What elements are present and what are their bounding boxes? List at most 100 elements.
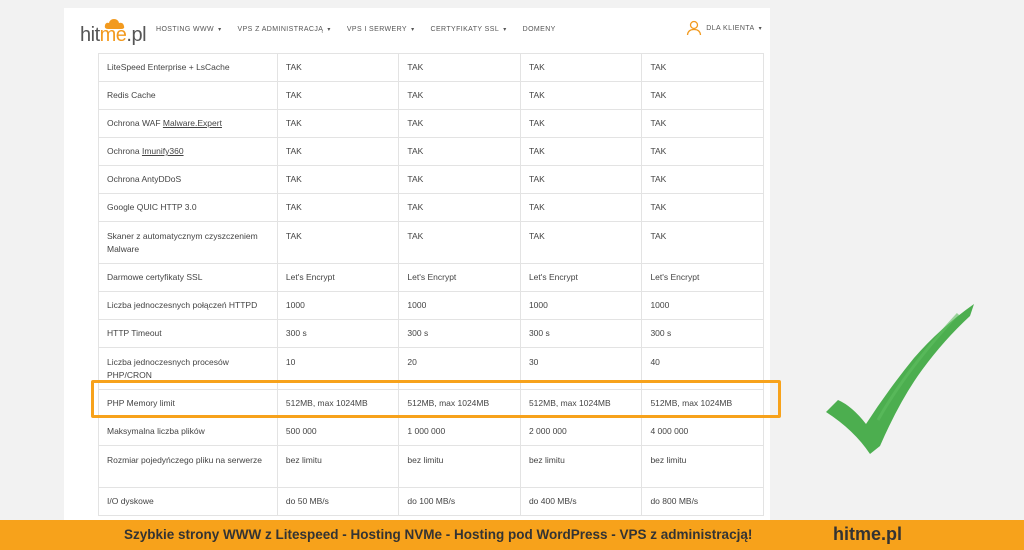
feature-label: Redis Cache [98, 81, 278, 110]
plan-value: TAK [398, 193, 521, 222]
plan-value: 300 s [276, 319, 400, 348]
plan-value: bez limitu [398, 445, 521, 488]
banner: hitme.pl HOSTING WWW ▾ VPS Z ADMINISTRACJ… [0, 0, 1024, 550]
plan-value: Let's Encrypt [519, 263, 643, 292]
plan-value: 1000 [276, 291, 400, 320]
plan-value: 1000 [641, 291, 764, 320]
feature-label: HTTP Timeout [98, 319, 278, 348]
table-row: Rozmiar pojedyńczego pliku na serwerze be… [98, 445, 764, 488]
checkmark-icon [826, 304, 974, 454]
plan-value: TAK [519, 221, 643, 264]
feature-label: Ochrona WAF Malware.Expert [98, 109, 278, 138]
chevron-down-icon: ▾ [409, 27, 415, 33]
navbar: hitme.pl HOSTING WWW ▾ VPS Z ADMINISTRACJ… [64, 8, 770, 54]
table-row: Maksymalna liczba plików 500 000 1 000 000… [98, 417, 764, 446]
plan-value: TAK [276, 221, 400, 264]
footer-bar: Szybkie strony WWW z Litespeed - Hosting… [0, 520, 1024, 550]
plan-value: 1000 [398, 291, 521, 320]
plan-value: 4 000 000 [641, 417, 764, 446]
feature-label: LiteSpeed Enterprise + LsCache [98, 53, 278, 82]
plan-value: 1 000 000 [398, 417, 521, 446]
nav-item-4[interactable]: CERTYFIKATY SSL ▾ [430, 26, 506, 33]
plan-value: Let's Encrypt [398, 263, 521, 292]
table-row: I/O dyskowe do 50 MB/s do 100 MB/s do 400 M… [98, 487, 764, 516]
client-menu[interactable]: DLA KLIENTA ▾ [686, 20, 762, 36]
nav-item-label: VPS I SERWERY [346, 26, 407, 33]
plan-value: 300 s [398, 319, 521, 348]
plan-value: TAK [398, 53, 521, 82]
table-row: LiteSpeed Enterprise + LsCache TAK TAK TAK T… [98, 53, 764, 82]
plan-value: TAK [276, 53, 400, 82]
plan-value: do 100 MB/s [398, 487, 521, 516]
footer-brand: hitme.pl [833, 524, 903, 544]
screenshot-panel: hitme.pl HOSTING WWW ▾ VPS Z ADMINISTRACJ… [64, 8, 770, 520]
plan-value: TAK [641, 165, 764, 194]
nav-item-5[interactable]: DOMENY [523, 26, 556, 33]
feature-label: Maksymalna liczba plików [98, 417, 278, 446]
chevron-down-icon: ▾ [216, 27, 222, 33]
chevron-down-icon: ▾ [756, 25, 762, 32]
chevron-down-icon: ▾ [501, 27, 507, 33]
feature-label: Ochrona Imunify360 [98, 137, 278, 166]
feature-link[interactable]: Imunify360 [142, 146, 184, 156]
footer-tagline: Szybkie strony WWW z Litespeed - Hosting… [124, 527, 753, 542]
plan-value: 500 000 [276, 417, 400, 446]
table-row: Ochrona AntyDDoS TAK TAK TAK TAK [98, 165, 764, 194]
plan-value: TAK [641, 53, 764, 82]
plan-value: 2 000 000 [519, 417, 643, 446]
plan-value: TAK [398, 165, 521, 194]
table-row: Google QUIC HTTP 3.0 TAK TAK TAK TAK [98, 193, 764, 222]
nav-item-1[interactable]: HOSTING WWW ▾ [156, 26, 222, 33]
plan-value: TAK [519, 109, 643, 138]
feature-label-text: Ochrona WAF [107, 118, 163, 128]
plan-value: Let's Encrypt [641, 263, 764, 292]
nav-item-label: DOMENY [522, 26, 556, 33]
feature-label: Liczba jednoczesnych połączeń HTTPD [98, 291, 278, 320]
plan-value: TAK [519, 165, 643, 194]
table-row: Skaner z automatycznym czyszczeniem Malw… [98, 221, 764, 264]
plan-value: do 50 MB/s [276, 487, 400, 516]
plan-value: TAK [398, 221, 521, 264]
nav-item-3[interactable]: VPS I SERWERY ▾ [347, 26, 415, 33]
plan-value: bez limitu [519, 445, 643, 488]
nav-item-label: HOSTING WWW [156, 26, 215, 33]
plan-value: TAK [641, 193, 764, 222]
client-label: DLA KLIENTA [706, 24, 755, 32]
table-row: HTTP Timeout 300 s 300 s 300 s 300 s [98, 319, 764, 348]
table-row: Ochrona WAF Malware.Expert TAK TAK TAK TAK [98, 109, 764, 138]
plan-value: 1000 [519, 291, 643, 320]
nav-item-label: CERTYFIKATY SSL [430, 26, 500, 33]
plan-value: TAK [276, 193, 400, 222]
plan-value: TAK [641, 221, 764, 264]
logo-text: hitme.pl [80, 24, 147, 46]
highlight-frame [91, 380, 781, 418]
plan-value: TAK [276, 109, 400, 138]
plan-value: do 400 MB/s [519, 487, 643, 516]
feature-label: Darmowe certyfikaty SSL [98, 263, 278, 292]
feature-label: Rozmiar pojedyńczego pliku na serwerze [98, 445, 278, 488]
plan-value: TAK [398, 81, 521, 110]
user-icon [687, 20, 702, 36]
plan-value: TAK [398, 137, 521, 166]
feature-link[interactable]: Malware.Expert [163, 118, 222, 128]
logo[interactable]: hitme.pl [80, 18, 147, 48]
plan-value: TAK [641, 137, 764, 166]
feature-label: Google QUIC HTTP 3.0 [98, 193, 278, 222]
plan-value: TAK [398, 109, 521, 138]
feature-label: Ochrona AntyDDoS [98, 165, 278, 194]
plan-value: 300 s [519, 319, 643, 348]
plan-value: TAK [519, 137, 643, 166]
plan-value: Let's Encrypt [276, 263, 400, 292]
plan-value: TAK [641, 109, 764, 138]
plan-value: TAK [519, 81, 643, 110]
plan-value: TAK [519, 53, 643, 82]
plan-value: bez limitu [276, 445, 400, 488]
plan-value: TAK [519, 193, 643, 222]
feature-label-text: Ochrona [107, 146, 142, 156]
chevron-down-icon: ▾ [325, 27, 331, 33]
table-row: Darmowe certyfikaty SSL Let's Encrypt Let'… [98, 263, 764, 292]
plan-value: TAK [276, 137, 400, 166]
plan-value: TAK [276, 81, 400, 110]
nav-item-2[interactable]: VPS Z ADMINISTRACJĄ ▾ [238, 26, 331, 33]
nav-item-label: VPS Z ADMINISTRACJĄ [237, 26, 324, 33]
